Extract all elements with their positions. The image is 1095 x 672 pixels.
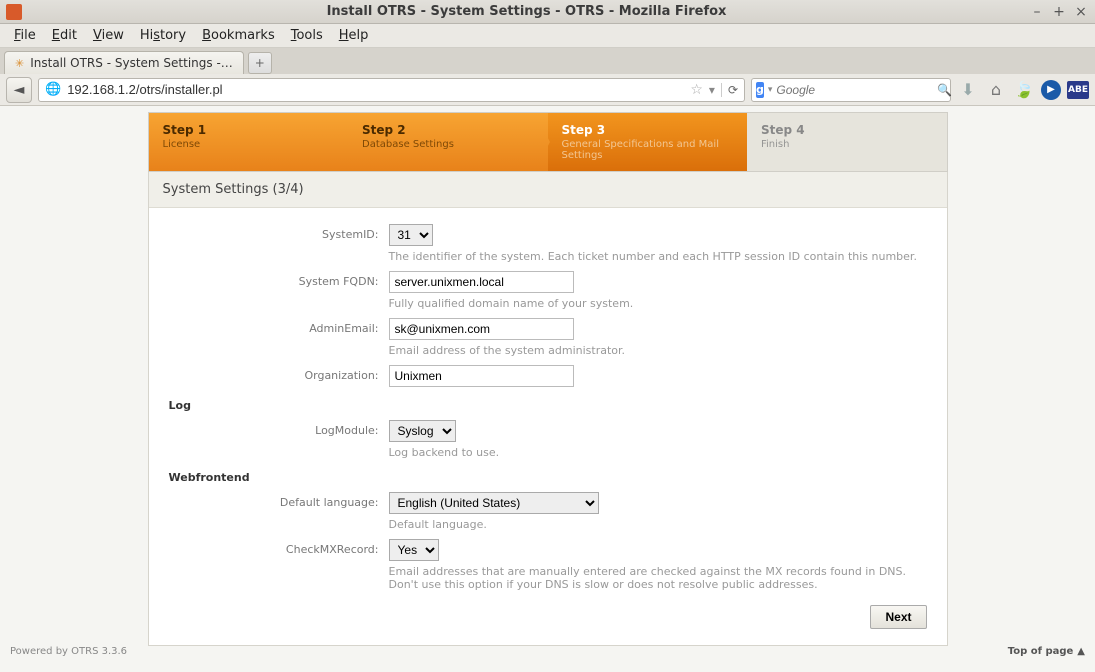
org-input[interactable] <box>389 365 574 387</box>
mx-hint: Email addresses that are manually entere… <box>389 565 927 591</box>
top-of-page-link[interactable]: Top of page ▲ <box>1008 646 1085 657</box>
dropdown-icon[interactable]: ▾ <box>709 83 715 97</box>
next-button[interactable]: Next <box>870 605 926 629</box>
logmodule-hint: Log backend to use. <box>389 446 927 459</box>
downloads-icon[interactable]: ⬇ <box>957 79 979 101</box>
step-2: Step 2 Database Settings <box>348 113 548 171</box>
window-titlebar: Install OTRS - System Settings - OTRS - … <box>0 0 1095 24</box>
tabstrip: ✳ Install OTRS - System Settings -… + <box>0 48 1095 74</box>
close-button[interactable]: × <box>1073 4 1089 20</box>
section-log: Log <box>169 391 927 416</box>
search-icon[interactable]: 🔍 <box>937 83 952 97</box>
fqdn-label: System FQDN: <box>169 271 389 288</box>
lang-hint: Default language. <box>389 518 927 531</box>
step-3-title: Step 3 <box>562 123 734 137</box>
page-content: Step 1 License Step 2 Database Settings … <box>0 106 1095 672</box>
browser-tab[interactable]: ✳ Install OTRS - System Settings -… <box>4 51 244 74</box>
wizard-steps: Step 1 License Step 2 Database Settings … <box>148 112 948 172</box>
tab-label: Install OTRS - System Settings -… <box>30 56 233 70</box>
menu-tools[interactable]: Tools <box>283 26 331 45</box>
url-input[interactable] <box>67 82 684 97</box>
mx-label: CheckMXRecord: <box>169 539 389 556</box>
lang-select[interactable]: English (United States) <box>389 492 599 514</box>
leaf-icon[interactable]: 🍃 <box>1013 79 1035 101</box>
step-1: Step 1 License <box>149 113 349 171</box>
menu-bookmarks[interactable]: Bookmarks <box>194 26 283 45</box>
step-4-sub: Finish <box>761 139 933 150</box>
admin-label: AdminEmail: <box>169 318 389 335</box>
step-1-sub: License <box>163 139 335 150</box>
logmodule-select[interactable]: Syslog <box>389 420 456 442</box>
toolbar: ◄ 🌐 ☆ ▾ ⟳ g ▾ 🔍 ⬇ ⌂ 🍃 ▶ ABE <box>0 74 1095 106</box>
favicon-icon: ✳ <box>15 57 24 70</box>
back-button[interactable]: ◄ <box>6 77 32 103</box>
menu-file[interactable]: File <box>6 26 44 45</box>
bookmark-star-icon[interactable]: ☆ <box>690 82 703 98</box>
menu-help[interactable]: Help <box>331 26 377 45</box>
window-title: Install OTRS - System Settings - OTRS - … <box>30 4 1023 19</box>
step-1-title: Step 1 <box>163 123 335 137</box>
footer-powered: Powered by OTRS 3.3.6 <box>10 646 127 657</box>
menu-edit[interactable]: Edit <box>44 26 85 45</box>
admin-hint: Email address of the system administrato… <box>389 344 927 357</box>
menu-view[interactable]: View <box>85 26 132 45</box>
abe-icon[interactable]: ABE <box>1067 79 1089 101</box>
step-4-title: Step 4 <box>761 123 933 137</box>
mx-select[interactable]: Yes <box>389 539 439 561</box>
fqdn-input[interactable] <box>389 271 574 293</box>
arrow-up-icon: ▲ <box>1077 646 1085 657</box>
menubar: File Edit View History Bookmarks Tools H… <box>0 24 1095 48</box>
lang-label: Default language: <box>169 492 389 509</box>
play-icon[interactable]: ▶ <box>1041 80 1061 100</box>
settings-panel: System Settings (3/4) SystemID: 31 The i… <box>148 172 948 646</box>
home-icon[interactable]: ⌂ <box>985 79 1007 101</box>
app-icon <box>6 4 22 20</box>
google-icon: g <box>756 82 764 98</box>
step-2-title: Step 2 <box>362 123 534 137</box>
step-2-sub: Database Settings <box>362 139 534 150</box>
url-bar[interactable]: 🌐 ☆ ▾ ⟳ <box>38 78 745 102</box>
fqdn-hint: Fully qualified domain name of your syst… <box>389 297 927 310</box>
footer: Powered by OTRS 3.3.6 Top of page ▲ <box>10 646 1085 657</box>
step-3: Step 3 General Specifications and Mail S… <box>548 113 748 171</box>
step-3-sub: General Specifications and Mail Settings <box>562 139 734 161</box>
systemid-label: SystemID: <box>169 224 389 241</box>
minimize-button[interactable]: – <box>1029 4 1045 20</box>
section-webfrontend: Webfrontend <box>169 463 927 488</box>
maximize-button[interactable]: + <box>1051 4 1067 20</box>
step-4: Step 4 Finish <box>747 113 947 171</box>
search-dropdown-icon[interactable]: ▾ <box>768 85 773 95</box>
globe-icon: 🌐 <box>45 82 61 97</box>
search-input[interactable] <box>776 83 933 97</box>
panel-title: System Settings (3/4) <box>149 172 947 208</box>
new-tab-button[interactable]: + <box>248 52 272 74</box>
reload-button[interactable]: ⟳ <box>721 83 738 97</box>
logmodule-label: LogModule: <box>169 420 389 437</box>
search-box[interactable]: g ▾ 🔍 <box>751 78 951 102</box>
systemid-hint: The identifier of the system. Each ticke… <box>389 250 927 263</box>
org-label: Organization: <box>169 365 389 382</box>
admin-input[interactable] <box>389 318 574 340</box>
systemid-select[interactable]: 31 <box>389 224 433 246</box>
menu-history[interactable]: History <box>132 26 194 45</box>
